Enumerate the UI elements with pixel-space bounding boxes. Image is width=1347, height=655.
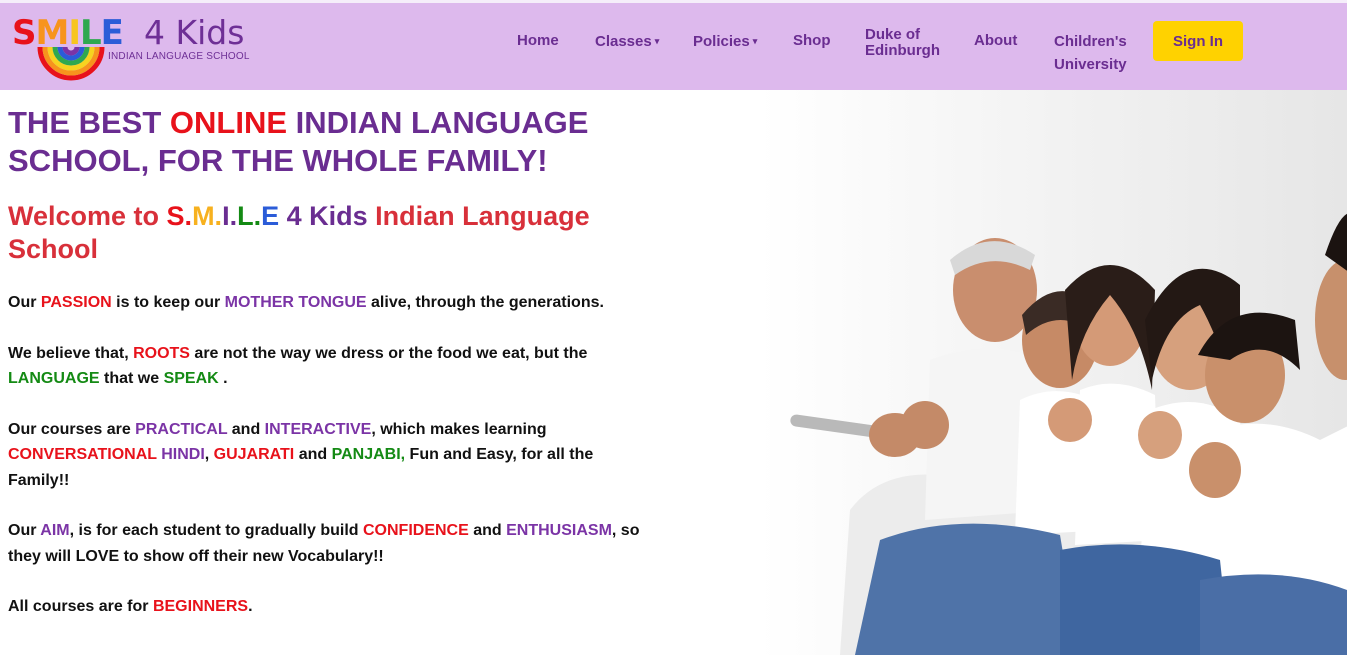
- headline-text-1: THE BEST: [8, 105, 170, 140]
- p3-text-6: and: [294, 446, 332, 463]
- nav-duke-line2: Edinburgh: [865, 42, 940, 59]
- p4-aim: AIM: [40, 522, 70, 539]
- site-header: SMILE 4 Kids INDIAN LANGUAGE SCHOOL Home…: [0, 0, 1347, 90]
- p2-roots: ROOTS: [133, 344, 190, 362]
- nav-children-line2: University: [1054, 56, 1127, 73]
- p4-confidence: CONFIDENCE: [363, 522, 469, 539]
- logo-letter-l: L: [80, 13, 102, 53]
- p2-text-1: We believe that,: [8, 344, 134, 362]
- chevron-down-icon: ▾: [654, 36, 660, 46]
- welcome-letter-s: S.: [166, 201, 193, 231]
- chevron-down-icon: ▾: [752, 36, 758, 46]
- p2-text-4: .: [218, 370, 228, 387]
- p1-text-1: Our: [8, 294, 41, 311]
- p2-text-2: are not the way we dress or the food we …: [189, 344, 588, 362]
- logo-wordmark: SMILE: [12, 13, 124, 53]
- p2-language: LANGUAGE: [8, 370, 100, 387]
- family-hero-image: [760, 90, 1347, 655]
- nav-about[interactable]: About: [974, 30, 1017, 52]
- p3-hindi: HINDI: [161, 446, 205, 463]
- nav-children-line1: Children's: [1054, 33, 1127, 50]
- nav-classes-label: Classes: [595, 33, 652, 50]
- nav-shop[interactable]: Shop: [793, 30, 831, 52]
- logo-kids-text: 4 Kids: [144, 13, 245, 52]
- p1-passion: PASSION: [40, 294, 112, 311]
- p3-text-3: , which makes learning: [371, 420, 547, 438]
- welcome-letter-l: L.: [237, 201, 262, 231]
- welcome-kids: 4 Kids: [279, 201, 368, 231]
- nav-childrens-university[interactable]: Children's University: [1054, 30, 1127, 76]
- p3-gujarati: GUJARATI: [213, 446, 295, 463]
- site-logo[interactable]: SMILE 4 Kids INDIAN LANGUAGE SCHOOL: [12, 13, 252, 83]
- p4-text-2: , is for each student to gradually build: [69, 522, 363, 539]
- p5-beginners: BEGINNERS: [152, 598, 249, 615]
- p3-text-2: and: [227, 420, 265, 438]
- p3-panjabi: PANJABI,: [331, 446, 406, 463]
- passion-paragraph: Our PASSION is to keep our MOTHER TONGUE…: [8, 290, 658, 316]
- logo-subtitle: INDIAN LANGUAGE SCHOOL: [108, 51, 250, 62]
- p3-conversational: CONVERSATIONAL: [8, 446, 157, 463]
- p5-text-2: .: [248, 598, 253, 615]
- welcome-letter-e: E: [261, 201, 280, 231]
- nav-policies-label: Policies: [693, 33, 750, 50]
- logo-letter-m: M: [35, 13, 70, 53]
- p2-text-3: that we: [99, 370, 164, 387]
- logo-letter-i: I: [68, 13, 81, 53]
- roots-paragraph: We believe that, ROOTS are not the way w…: [8, 341, 648, 392]
- p2-speak: SPEAK: [163, 370, 219, 387]
- welcome-heading: Welcome to S.M.I.L.E 4 Kids Indian Langu…: [8, 200, 658, 266]
- logo-letter-s: S: [12, 13, 36, 53]
- nav-duke-line1: Duke of: [865, 26, 921, 43]
- nav-policies[interactable]: Policies ▾: [693, 30, 757, 53]
- main-content: THE BEST ONLINE INDIAN LANGUAGE SCHOOL, …: [8, 104, 658, 620]
- page-headline: THE BEST ONLINE INDIAN LANGUAGE SCHOOL, …: [8, 104, 658, 180]
- aim-paragraph: Our AIM, is for each student to graduall…: [8, 518, 653, 569]
- nav-classes[interactable]: Classes ▾: [595, 30, 659, 53]
- welcome-prefix: Welcome to: [8, 201, 167, 231]
- p4-text-1: Our: [8, 522, 41, 539]
- p3-text-5: ,: [204, 446, 214, 463]
- p3-interactive: INTERACTIVE: [264, 420, 372, 438]
- logo-letter-e: E: [100, 13, 124, 53]
- p4-text-3: and: [468, 522, 507, 539]
- family-photo-illustration: [760, 90, 1347, 655]
- welcome-letter-i: I.: [222, 201, 238, 231]
- p1-text-2: is to keep our: [111, 294, 225, 311]
- sign-in-button[interactable]: Sign In: [1153, 21, 1243, 61]
- welcome-letter-m: M.: [192, 201, 223, 231]
- p1-text-3: alive, through the generations.: [366, 294, 604, 311]
- beginners-paragraph: All courses are for BEGINNERS.: [8, 594, 658, 620]
- headline-highlight: ONLINE: [169, 105, 288, 140]
- p1-mother-tongue: MOTHER TONGUE: [224, 294, 367, 311]
- nav-duke-of-edinburgh[interactable]: Duke of Edinburgh: [865, 27, 940, 59]
- nav-home[interactable]: Home: [517, 30, 559, 52]
- courses-paragraph: Our courses are PRACTICAL and INTERACTIV…: [8, 417, 628, 494]
- p3-practical: PRACTICAL: [135, 420, 228, 438]
- p4-enthusiasm: ENTHUSIASM: [506, 522, 612, 539]
- p5-text-1: All courses are for: [8, 598, 153, 615]
- p3-text-1: Our courses are: [8, 420, 136, 438]
